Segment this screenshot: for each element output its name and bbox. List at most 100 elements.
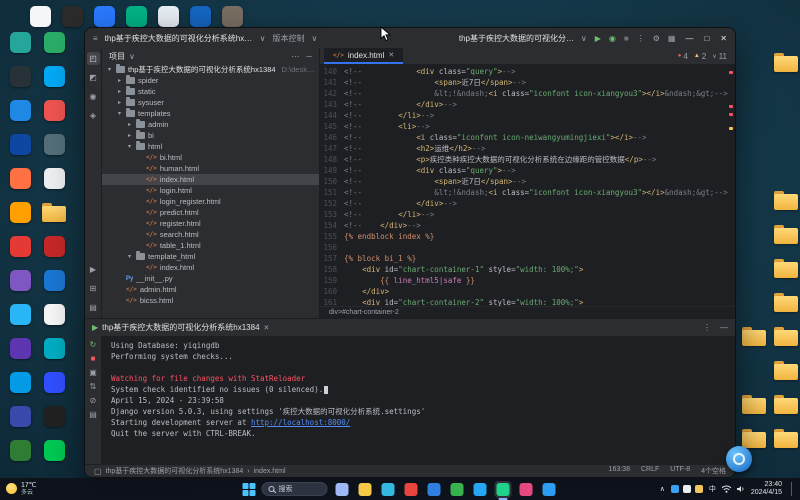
console-link[interactable]: http://localhost:8000/ [251, 418, 350, 427]
settings-gear-icon[interactable]: ⚙ [653, 34, 660, 43]
desktop-folder-icon[interactable] [772, 394, 800, 414]
clock[interactable]: 23:40 2024/4/15 [751, 481, 782, 497]
tree-item[interactable]: ▸ admin [102, 119, 319, 130]
show-desktop-button[interactable] [791, 482, 794, 496]
more-actions-icon[interactable]: ⋮ [637, 34, 645, 43]
desktop-app-icon[interactable] [40, 372, 68, 393]
desktop-app-icon[interactable] [40, 440, 68, 461]
desktop-folder-icon[interactable] [772, 190, 800, 210]
tray-app-icon[interactable] [670, 485, 679, 493]
tree-item[interactable]: </> login_register.html [102, 196, 319, 207]
tray-chevron-icon[interactable]: ∧ [660, 485, 665, 493]
weather-widget[interactable]: 17℃ 多云 [6, 482, 37, 496]
debug-button[interactable]: ◉ [609, 34, 616, 43]
tree-item[interactable]: </> admin.html [102, 284, 319, 295]
desktop-app-icon[interactable] [40, 32, 68, 53]
desktop-app-icon[interactable] [6, 440, 34, 461]
desktop-app-icon[interactable] [6, 338, 34, 359]
editor-tab[interactable]: </> index.html ✕ [324, 48, 404, 64]
music-icon[interactable] [518, 481, 535, 498]
tree-item[interactable]: </> index.html [102, 262, 319, 273]
desktop-app-icon[interactable] [218, 6, 246, 27]
status-bar-item[interactable]: UTF-8 [670, 466, 690, 476]
tree-item[interactable]: </> human.html [102, 163, 319, 174]
error-stripe-mark[interactable] [729, 71, 733, 74]
desktop-app-icon[interactable] [40, 406, 68, 427]
tree-item[interactable]: ▸ bi [102, 130, 319, 141]
tree-item[interactable]: </> bi.html [102, 152, 319, 163]
editor-area[interactable]: </> index.html ✕ ● 4 ▲ 2 ∨ 11 140 <!-- <div cl… [320, 48, 735, 318]
tree-item[interactable]: </> register.html [102, 218, 319, 229]
desktop-app-icon[interactable] [6, 202, 34, 223]
warning-stripe-mark[interactable] [729, 127, 733, 130]
desktop-app-icon[interactable] [90, 6, 118, 27]
panel-header-icon[interactable]: ─ [306, 52, 312, 61]
chrome-icon[interactable] [403, 481, 420, 498]
minimize-button[interactable]: — [685, 34, 693, 43]
desktop-folder-icon[interactable] [740, 326, 768, 346]
edge-icon[interactable] [380, 481, 397, 498]
tool-window-button[interactable]: ▶ [87, 263, 100, 276]
run-toolbar-icon[interactable]: ↻ [90, 340, 97, 349]
desktop-app-icon[interactable] [40, 236, 68, 257]
run-tab[interactable]: ▶ thp基于疾控大数据的可视化分析系统hx1384 ✕ [92, 322, 269, 333]
desktop-app-icon[interactable] [40, 66, 68, 87]
inspections-widget[interactable]: ● 4 ▲ 2 ∨ 11 [678, 52, 731, 61]
tool-window-button[interactable]: ◉ [87, 90, 100, 103]
stop-button[interactable]: ■ [624, 34, 629, 43]
desktop-folder-icon[interactable] [740, 428, 768, 448]
desktop-app-icon[interactable] [186, 6, 214, 27]
tree-item[interactable]: </> bicss.html [102, 295, 319, 306]
tree-item[interactable]: ▸ spider [102, 75, 319, 86]
status-current-file[interactable]: index.html [254, 468, 286, 475]
run-toolbar-icon[interactable]: ⊘ [90, 396, 97, 405]
tray-app-icon[interactable] [694, 485, 703, 493]
desktop-app-icon[interactable] [122, 6, 150, 27]
desktop-app-icon[interactable] [40, 338, 68, 359]
status-bar-item[interactable]: 4个空格 [701, 466, 726, 476]
desktop-app-icon[interactable] [6, 406, 34, 427]
error-stripe-mark[interactable] [729, 113, 733, 116]
desktop-app-icon[interactable] [6, 134, 34, 155]
desktop-app-icon[interactable] [40, 270, 68, 291]
tree-item[interactable]: </> table_1.html [102, 240, 319, 251]
status-project-path[interactable]: thp基于疾控大数据的可视化分析系统hx1384 [106, 466, 244, 476]
desktop-app-icon[interactable] [40, 134, 68, 155]
volume-icon[interactable] [736, 485, 745, 493]
tree-item[interactable]: ▾ template_html [102, 251, 319, 262]
code-editor[interactable]: 140 <!-- <div class= "query" > --> 141 <!-- <s… [320, 65, 735, 306]
panel-header-icon[interactable]: ⋯ [291, 52, 299, 61]
store-icon[interactable] [426, 481, 443, 498]
tree-item[interactable]: ▾ templates [102, 108, 319, 119]
run-toolbar-icon[interactable]: ▣ [89, 368, 97, 377]
tree-item[interactable]: </> index.html [102, 174, 319, 185]
start-button[interactable] [242, 482, 256, 496]
desktop-folder-icon[interactable] [40, 202, 68, 222]
vcs-widget[interactable]: 版本控制 [273, 33, 305, 44]
desktop-app-icon[interactable] [40, 304, 68, 325]
tab-close-icon[interactable]: ✕ [388, 51, 394, 59]
desktop-folder-icon[interactable] [772, 360, 800, 380]
explorer-icon[interactable] [357, 481, 374, 498]
pycharm-icon[interactable] [494, 480, 512, 500]
error-stripe-mark[interactable] [729, 105, 733, 108]
desktop-app-icon[interactable] [6, 270, 34, 291]
layout-icon[interactable]: ▦ [668, 34, 676, 43]
tool-window-button[interactable]: ◈ [87, 109, 100, 122]
run-console[interactable]: Using Database: yiqingdb Performing syste… [102, 336, 735, 464]
status-bar-item[interactable]: CRLF [641, 466, 659, 476]
run-toolbar-icon[interactable]: ⇅ [90, 382, 97, 391]
run-tab-close-icon[interactable]: ✕ [264, 324, 270, 332]
tool-window-button[interactable]: ◰ [86, 52, 100, 65]
main-menu-icon[interactable]: ≡ [93, 34, 98, 43]
tree-item[interactable]: Py __init__.py [102, 273, 319, 284]
run-panel-hide-icon[interactable]: — [720, 323, 728, 332]
desktop-app-icon[interactable] [6, 100, 34, 121]
qq-icon[interactable] [472, 481, 489, 498]
run-toolbar-icon[interactable]: ■ [91, 354, 96, 363]
run-toolbar-icon[interactable]: ▤ [89, 410, 97, 419]
desktop-app-icon[interactable] [6, 372, 34, 393]
taskbar-search[interactable]: 搜索 [261, 482, 328, 496]
tree-item[interactable]: </> predict.html [102, 207, 319, 218]
desktop-folder-icon[interactable] [740, 394, 768, 414]
